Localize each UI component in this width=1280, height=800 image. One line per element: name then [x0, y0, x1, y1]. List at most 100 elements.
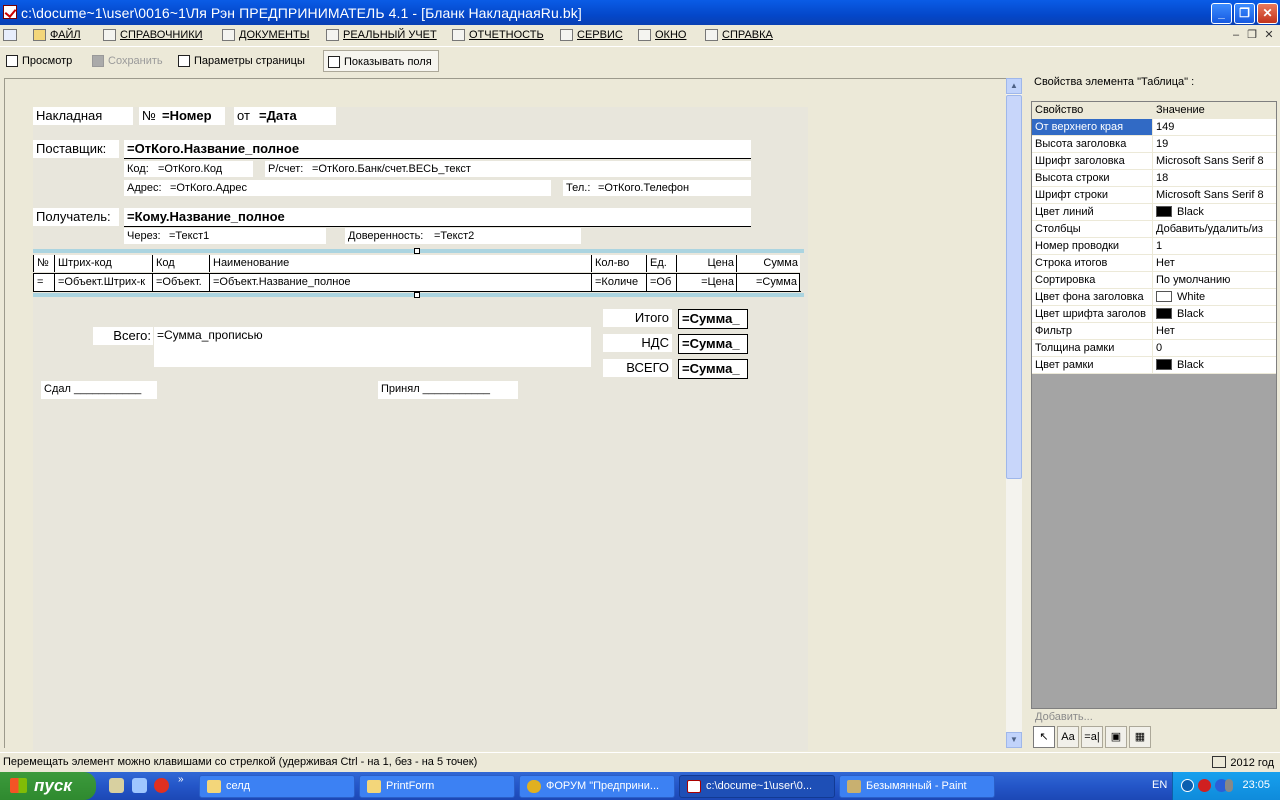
- proxy-field[interactable]: =Текст2: [431, 228, 581, 244]
- mdi-minimize-button[interactable]: –: [1229, 28, 1243, 42]
- handed-label[interactable]: Сдал ___________: [41, 381, 157, 399]
- page-params-button[interactable]: Параметры страницы: [174, 50, 311, 72]
- phone-label[interactable]: Тел.:: [563, 180, 595, 196]
- property-row[interactable]: Высота строки 18: [1032, 170, 1276, 187]
- table-row-cell[interactable]: =Объект.Название_полное: [209, 274, 591, 291]
- image-tool[interactable]: ▣: [1105, 726, 1127, 748]
- quicklaunch-icon[interactable]: [132, 778, 147, 793]
- vsego-field[interactable]: =Сумма_: [678, 359, 748, 379]
- scroll-down-arrow-icon[interactable]: ▼: [1006, 732, 1022, 748]
- tray-arrow-icon[interactable]: [1181, 779, 1194, 792]
- property-row[interactable]: Строка итогов Нет: [1032, 255, 1276, 272]
- property-key[interactable]: Столбцы: [1032, 221, 1153, 237]
- property-value[interactable]: Microsoft Sans Serif 8: [1154, 153, 1276, 169]
- property-value[interactable]: Black: [1154, 357, 1276, 373]
- items-table[interactable]: № Штрих-код Код Наименование Кол-во Ед. …: [33, 255, 804, 293]
- property-value[interactable]: 149: [1154, 119, 1276, 135]
- text-tool[interactable]: Aa: [1057, 726, 1079, 748]
- number-sign-label[interactable]: №: [139, 107, 159, 125]
- maximize-button[interactable]: ❐: [1234, 3, 1255, 24]
- property-key[interactable]: Сортировка: [1032, 272, 1153, 288]
- property-value[interactable]: 1: [1154, 238, 1276, 254]
- menu-service[interactable]: СЕРВИС: [559, 27, 623, 43]
- scroll-thumb[interactable]: [1006, 95, 1022, 479]
- address-field[interactable]: =ОтКого.Адрес: [167, 180, 551, 196]
- table-row-cell[interactable]: =Объект.Штрих-к: [54, 274, 152, 291]
- task-predprinimatel[interactable]: c:\docume~1\user\0...: [679, 775, 835, 798]
- volume-icon[interactable]: [1225, 779, 1233, 792]
- table-tool[interactable]: ▦: [1129, 726, 1151, 748]
- account-label[interactable]: Р/счет:: [265, 161, 309, 177]
- table-row-cell[interactable]: =Объект.: [152, 274, 209, 291]
- property-key[interactable]: Номер проводки: [1032, 238, 1153, 254]
- task-paint[interactable]: Безымянный - Paint: [839, 775, 995, 798]
- menu-references[interactable]: СПРАВОЧНИКИ: [102, 27, 203, 43]
- property-value[interactable]: Нет: [1154, 323, 1276, 339]
- task-seld[interactable]: селд: [199, 775, 355, 798]
- property-value[interactable]: По умолчанию: [1154, 272, 1276, 288]
- form-page[interactable]: Накладная № =Номер от =Дата Поставщик: =…: [33, 107, 808, 751]
- property-row[interactable]: Сортировка По умолчанию: [1032, 272, 1276, 289]
- antivirus-icon[interactable]: [1198, 779, 1211, 792]
- property-key[interactable]: Цвет рамки: [1032, 357, 1153, 373]
- property-key[interactable]: Шрифт строки: [1032, 187, 1153, 203]
- property-row[interactable]: Номер проводки 1: [1032, 238, 1276, 255]
- number-field[interactable]: =Номер: [159, 107, 225, 125]
- account-field[interactable]: =ОтКого.Банк/счет.ВЕСЬ_текст: [309, 161, 751, 177]
- receiver-label[interactable]: Получатель:: [33, 208, 119, 226]
- property-row[interactable]: Цвет шрифта заголов Black: [1032, 306, 1276, 323]
- menu-real-accounting[interactable]: РЕАЛЬНЫЙ УЧЕТ: [325, 27, 437, 43]
- property-value[interactable]: 18: [1154, 170, 1276, 186]
- design-area[interactable]: Накладная № =Номер от =Дата Поставщик: =…: [4, 78, 1006, 751]
- language-indicator[interactable]: EN: [1152, 779, 1167, 791]
- menu-window[interactable]: ОКНО: [637, 27, 686, 43]
- property-value[interactable]: Добавить/удалить/из: [1154, 221, 1276, 237]
- pointer-tool[interactable]: ↖: [1033, 726, 1055, 748]
- phone-field[interactable]: =ОтКого.Телефон: [595, 180, 751, 196]
- property-value[interactable]: Microsoft Sans Serif 8: [1154, 187, 1276, 203]
- table-row-cell[interactable]: =Сумма: [736, 274, 800, 291]
- table-header-cell[interactable]: №: [33, 255, 54, 272]
- table-header-cell[interactable]: Код: [152, 255, 209, 272]
- field-tool[interactable]: =a|: [1081, 726, 1103, 748]
- property-row[interactable]: Цвет линий Black: [1032, 204, 1276, 221]
- table-header-cell[interactable]: Цена: [676, 255, 736, 272]
- save-button[interactable]: Сохранить: [88, 50, 169, 72]
- code-field[interactable]: =ОтКого.Код: [155, 161, 253, 177]
- date-field[interactable]: =Дата: [256, 107, 336, 125]
- property-key[interactable]: Высота строки: [1032, 170, 1153, 186]
- property-row[interactable]: Шрифт заголовка Microsoft Sans Serif 8: [1032, 153, 1276, 170]
- proxy-label[interactable]: Доверенность:: [345, 228, 431, 244]
- menu-file[interactable]: ФАЙЛ: [32, 27, 81, 43]
- preview-button[interactable]: Просмотр: [2, 50, 78, 72]
- property-value[interactable]: Нет: [1154, 255, 1276, 271]
- total-words-field[interactable]: =Сумма_прописью: [154, 327, 591, 367]
- property-key[interactable]: Цвет шрифта заголов: [1032, 306, 1153, 322]
- start-button[interactable]: пуск: [0, 772, 96, 800]
- via-field[interactable]: =Текст1: [166, 228, 326, 244]
- property-key[interactable]: Толщина рамки: [1032, 340, 1153, 356]
- property-row[interactable]: Шрифт строки Microsoft Sans Serif 8: [1032, 187, 1276, 204]
- app-icon[interactable]: [3, 5, 17, 19]
- property-row[interactable]: Цвет рамки Black: [1032, 357, 1276, 374]
- table-row-cell[interactable]: =Об: [646, 274, 676, 291]
- close-button[interactable]: ✕: [1257, 3, 1278, 24]
- design-vertical-scrollbar[interactable]: ▲ ▼: [1006, 78, 1022, 748]
- minimize-button[interactable]: _: [1211, 3, 1232, 24]
- supplier-label[interactable]: Поставщик:: [33, 140, 119, 158]
- property-value[interactable]: Black: [1154, 204, 1276, 220]
- properties-grid[interactable]: Свойство Значение От верхнего края 149 Выс…: [1031, 101, 1277, 709]
- receiver-name-field[interactable]: =Кому.Название_полное: [124, 208, 751, 227]
- more-icon[interactable]: »: [178, 775, 188, 785]
- mdi-restore-button[interactable]: ❐: [1245, 28, 1259, 42]
- nds-label[interactable]: НДС: [603, 334, 672, 352]
- total-words-label[interactable]: Всего:: [93, 327, 153, 345]
- from-label[interactable]: от: [234, 107, 256, 125]
- show-fields-button[interactable]: Показывать поля: [323, 50, 439, 72]
- table-header-cell[interactable]: Сумма: [736, 255, 800, 272]
- table-header-cell[interactable]: Штрих-код: [54, 255, 152, 272]
- property-key[interactable]: Строка итогов: [1032, 255, 1153, 271]
- property-row[interactable]: От верхнего края 149: [1032, 119, 1276, 136]
- nds-field[interactable]: =Сумма_: [678, 334, 748, 354]
- menu-documents[interactable]: ДОКУМЕНТЫ: [221, 27, 309, 43]
